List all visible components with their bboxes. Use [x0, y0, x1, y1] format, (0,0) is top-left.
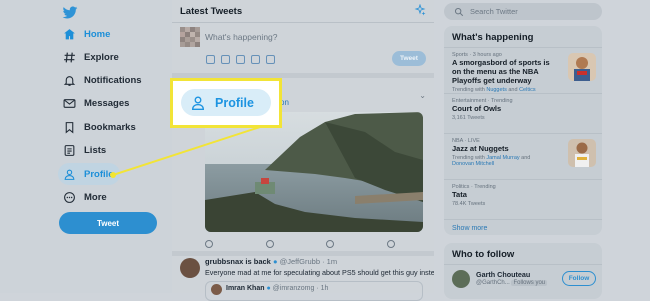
- trend-item[interactable]: NBA · LIVE Jazz at Nuggets Trending with…: [444, 133, 602, 179]
- sidebar-item-label: Notifications: [84, 74, 142, 86]
- right-sidebar: Search Twitter What's happening Sports ·…: [434, 0, 650, 299]
- verified-icon: ●: [272, 257, 278, 266]
- callout-profile-button[interactable]: Profile: [181, 89, 271, 116]
- sidebar-item-messages[interactable]: Messages: [58, 92, 129, 114]
- trend-count: 78.4K Tweets: [452, 201, 486, 207]
- quoted-author-handle: @imranzomg · 1h: [272, 285, 329, 292]
- more-circle-icon: [62, 190, 76, 204]
- person-icon: [62, 167, 76, 181]
- home-icon: [62, 27, 76, 41]
- emoji-icon[interactable]: [251, 55, 260, 64]
- sidebar-item-lists[interactable]: Lists: [58, 139, 106, 161]
- follows-you-badge: Follows you: [511, 280, 548, 286]
- trend-link[interactable]: Donovan Mitchell: [452, 161, 494, 167]
- sidebar-item-label: Bookmarks: [84, 121, 136, 133]
- tweet-actions: [205, 240, 395, 248]
- share-icon[interactable]: [386, 240, 395, 248]
- avatar[interactable]: [452, 270, 470, 288]
- like-icon[interactable]: [326, 240, 335, 248]
- tweet-author-handle: @JeffGrubb · 1m: [279, 257, 338, 266]
- bell-icon: [62, 73, 76, 87]
- tweet-author-name[interactable]: grubbsnax is back: [205, 257, 271, 266]
- reply-icon[interactable]: [205, 240, 213, 248]
- sparkle-icon[interactable]: [414, 4, 426, 16]
- sidebar-tweet-button[interactable]: Tweet: [59, 212, 157, 234]
- verified-icon: ●: [266, 285, 271, 292]
- search-input[interactable]: Search Twitter: [444, 3, 602, 20]
- sidebar-item-label: More: [84, 191, 107, 203]
- suggestion-handle: @GarthCh... Follows you: [476, 280, 548, 286]
- poll-icon[interactable]: [236, 55, 245, 64]
- compose-input[interactable]: What's happening?: [205, 32, 278, 42]
- avatar[interactable]: [180, 258, 200, 278]
- trend-sub-join: and: [519, 155, 531, 161]
- profile-callout: Profile: [170, 78, 282, 128]
- main-timeline: Latest Tweets What's happening? Tweet ti…: [172, 0, 445, 301]
- page-title: Latest Tweets: [180, 6, 243, 17]
- trend-item[interactable]: Sports · 3 hours ago A smorgasbord of sp…: [444, 47, 602, 93]
- trend-item[interactable]: Entertainment · Trending Court of Owls 3…: [444, 93, 602, 133]
- trend-topic: Court of Owls: [452, 104, 502, 113]
- sidebar-item-bookmarks[interactable]: Bookmarks: [58, 116, 136, 138]
- sidebar-item-label: Home: [84, 28, 111, 40]
- twitter-logo-icon[interactable]: [62, 6, 78, 20]
- follow-suggestion[interactable]: Garth Chouteau @GarthCh... Follows you F…: [444, 264, 602, 293]
- who-to-follow-panel: Who to follow Garth Chouteau @GarthCh...…: [444, 243, 602, 299]
- hashtag-icon: [62, 50, 76, 64]
- trend-item[interactable]: Politics · Trending Tata 78.4K Tweets: [444, 179, 602, 219]
- schedule-icon[interactable]: [266, 55, 275, 64]
- panel-title: What's happening: [452, 32, 534, 43]
- sidebar-item-explore[interactable]: Explore: [58, 46, 119, 68]
- sidebar-item-label: Messages: [84, 97, 130, 109]
- quoted-tweet-author: Imran Khan ● @imranzomg · 1h: [226, 285, 328, 292]
- compose-toolbar: [206, 55, 275, 64]
- suggestion-name[interactable]: Garth Chouteau: [476, 270, 530, 279]
- sidebar-item-label: Lists: [84, 144, 107, 156]
- envelope-icon: [62, 96, 76, 110]
- search-placeholder: Search Twitter: [470, 7, 518, 16]
- sidebar-item-home[interactable]: Home: [58, 23, 110, 45]
- suggestion-handle-text: @GarthCh...: [476, 280, 510, 286]
- callout-anchor-dot: [110, 172, 116, 178]
- trend-count: 3,161 Tweets: [452, 115, 485, 121]
- tweet-photo[interactable]: [205, 112, 423, 232]
- list-icon: [62, 143, 76, 157]
- sidebar-item-label: Explore: [84, 51, 119, 63]
- gif-icon[interactable]: [221, 55, 230, 64]
- person-icon: [190, 95, 206, 111]
- header-divider: [172, 22, 434, 23]
- section-divider: [172, 251, 434, 256]
- trend-thumbnail: [568, 53, 596, 81]
- search-icon: [454, 7, 464, 16]
- quoted-author-name: Imran Khan: [226, 285, 265, 292]
- tweet-text: Everyone mad at me for speculating about…: [205, 268, 445, 277]
- callout-label: Profile: [215, 95, 254, 110]
- tweet-author: grubbsnax is back ● @JeffGrubb · 1m: [205, 257, 337, 266]
- quoted-tweet[interactable]: Imran Khan ● @imranzomg · 1h: [205, 281, 423, 301]
- trend-thumbnail: [568, 139, 596, 167]
- avatar[interactable]: [180, 27, 200, 47]
- panel-title: Who to follow: [452, 249, 515, 260]
- compose-tweet-button[interactable]: Tweet: [392, 51, 426, 66]
- whats-happening-panel: What's happening Sports · 3 hours ago A …: [444, 26, 602, 235]
- chevron-down-icon[interactable]: ⌄: [419, 91, 426, 100]
- sidebar-item-more[interactable]: More: [58, 186, 107, 208]
- trend-topic: Tata: [452, 190, 467, 199]
- follow-button[interactable]: Follow: [562, 271, 596, 286]
- avatar: [211, 284, 222, 295]
- retweet-icon[interactable]: [265, 240, 274, 248]
- sidebar-item-notifications[interactable]: Notifications: [58, 69, 142, 91]
- left-sidebar: Home Explore Notifications Messages Book…: [0, 0, 172, 293]
- image-icon[interactable]: [206, 55, 215, 64]
- bookmark-icon: [62, 120, 76, 134]
- show-more-link[interactable]: Show more: [444, 219, 602, 235]
